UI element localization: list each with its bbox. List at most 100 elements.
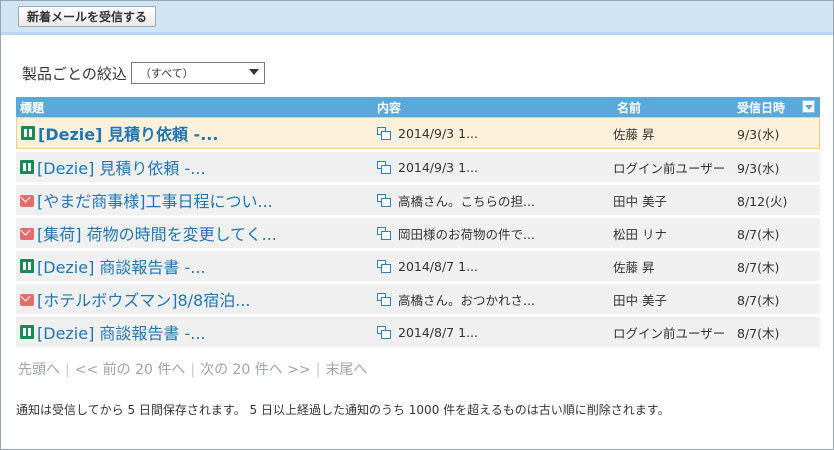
sender-cell: 佐藤 昇 bbox=[613, 117, 733, 149]
pager-first-link[interactable]: 先頭へ bbox=[18, 362, 60, 378]
sender-cell: ログイン前ユーザー bbox=[613, 314, 733, 347]
content-cell: 高橋さん。おつかれさ... bbox=[373, 281, 613, 314]
date-cell: 8/7(木) bbox=[733, 215, 820, 248]
fetch-new-mail-button[interactable]: 新着メールを受信する bbox=[18, 6, 157, 27]
content-text: 高橋さん。おつかれさ... bbox=[398, 292, 535, 308]
toolbar: 新着メールを受信する bbox=[1, 1, 833, 35]
subject-link[interactable]: [Dezie] 見積り依頼 -... bbox=[37, 155, 206, 179]
date-cell: 8/7(木) bbox=[733, 314, 820, 347]
mail-icon bbox=[20, 194, 34, 207]
subject: [Dezie] 見積り依頼 -... bbox=[21, 121, 373, 145]
pager-prev-link[interactable]: << 前の 20 件へ bbox=[75, 362, 186, 378]
content-preview: 高橋さん。こちらの担... bbox=[377, 191, 613, 210]
pager-next-link[interactable]: 次の 20 件へ >> bbox=[200, 362, 311, 378]
dezie-icon bbox=[20, 259, 34, 273]
retention-note: 通知は受信してから 5 日間保存されます。 5 日以上経過した通知のうち 100… bbox=[16, 403, 670, 417]
pager-separator: | bbox=[190, 362, 196, 378]
subject: [やまだ商事様]工事日程につい... bbox=[20, 188, 373, 212]
column-header-sender[interactable]: 名前 bbox=[613, 97, 733, 117]
mail-icon bbox=[20, 293, 34, 306]
table-row[interactable]: [集荷] 荷物の時間を変更してく... 岡田様のお荷物の件で... 松田 リナ 8/7… bbox=[16, 215, 820, 248]
content-text: 2014/8/7 1... bbox=[398, 258, 478, 274]
column-header-date-label: 受信日時 bbox=[737, 100, 786, 115]
subject-cell: [Dezie] 商談報告書 -... bbox=[16, 248, 373, 281]
pager-last-link[interactable]: 末尾へ bbox=[325, 362, 367, 378]
chevron-down-icon bbox=[248, 69, 259, 75]
dezie-icon bbox=[20, 160, 34, 174]
product-filter-select[interactable]: （すべて） bbox=[130, 62, 265, 84]
content-text: 2014/8/7 1... bbox=[398, 324, 478, 340]
subject: [ホテルボウズマン]8/8宿泊... bbox=[20, 287, 373, 311]
subject-cell: [Dezie] 商談報告書 -... bbox=[16, 314, 373, 347]
popup-window-icon[interactable] bbox=[377, 259, 391, 273]
content-preview: 岡田様のお荷物の件で... bbox=[377, 224, 613, 243]
content-preview: 高橋さん。おつかれさ... bbox=[377, 290, 613, 309]
subject-cell: [やまだ商事様]工事日程につい... bbox=[16, 182, 373, 215]
subject-cell: [集荷] 荷物の時間を変更してく... bbox=[16, 215, 373, 248]
column-header-date[interactable]: 受信日時 bbox=[733, 97, 820, 117]
mail-icon bbox=[20, 227, 34, 240]
content-preview: 2014/8/7 1... bbox=[377, 259, 613, 274]
column-header-content[interactable]: 内容 bbox=[373, 97, 613, 117]
pager-separator: | bbox=[65, 362, 70, 378]
subject-link[interactable]: [Dezie] 見積り依頼 -... bbox=[38, 121, 218, 145]
date-cell: 8/12(火) bbox=[733, 182, 820, 215]
content-cell: 2014/9/3 1... bbox=[373, 117, 613, 149]
sender-cell: 佐藤 昇 bbox=[613, 248, 733, 281]
content-cell: 高橋さん。こちらの担... bbox=[373, 182, 613, 215]
subject: [Dezie] 商談報告書 -... bbox=[20, 254, 373, 278]
content-preview: 2014/9/3 1... bbox=[377, 160, 613, 175]
table-row[interactable]: [やまだ商事様]工事日程につい... 高橋さん。こちらの担... 田中 美子 8/12… bbox=[16, 182, 820, 215]
content-text: 岡田様のお荷物の件で... bbox=[398, 226, 535, 242]
content-text: 2014/9/3 1... bbox=[398, 159, 478, 175]
popup-window-icon[interactable] bbox=[377, 193, 391, 207]
subject-link[interactable]: [Dezie] 商談報告書 -... bbox=[37, 254, 206, 278]
popup-window-icon[interactable] bbox=[377, 126, 391, 140]
content-cell: 岡田様のお荷物の件で... bbox=[373, 215, 613, 248]
subject: [集荷] 荷物の時間を変更してく... bbox=[20, 221, 373, 245]
table-row[interactable]: [Dezie] 商談報告書 -... 2014/8/7 1... 佐藤 昇 8/7(木… bbox=[16, 248, 820, 281]
sender-cell: 田中 美子 bbox=[613, 182, 733, 215]
popup-window-icon[interactable] bbox=[377, 325, 391, 339]
product-filter: 製品ごとの絞込 （すべて） bbox=[22, 61, 265, 85]
content-cell: 2014/8/7 1... bbox=[373, 248, 613, 281]
subject-cell: [ホテルボウズマン]8/8宿泊... bbox=[16, 281, 373, 314]
subject-cell: [Dezie] 見積り依頼 -... bbox=[16, 117, 373, 149]
content-preview: 2014/9/3 1... bbox=[377, 126, 613, 141]
subject-cell: [Dezie] 見積り依頼 -... bbox=[16, 149, 373, 182]
product-filter-label: 製品ごとの絞込 bbox=[22, 64, 127, 83]
product-filter-value: （すべて） bbox=[139, 67, 194, 80]
notification-table: 標題 内容 名前 受信日時 [Dezie] 見積り依頼 -... 2014/9/3… bbox=[16, 97, 820, 347]
pager-separator: | bbox=[315, 362, 321, 378]
popup-window-icon[interactable] bbox=[377, 226, 391, 240]
subject: [Dezie] 商談報告書 -... bbox=[20, 320, 373, 344]
date-cell: 8/7(木) bbox=[733, 248, 820, 281]
subject-link[interactable]: [Dezie] 商談報告書 -... bbox=[37, 320, 206, 344]
subject: [Dezie] 見積り依頼 -... bbox=[20, 155, 373, 179]
pagination: 先頭へ | << 前の 20 件へ | 次の 20 件へ >> | 末尾へ bbox=[18, 359, 367, 379]
dezie-icon bbox=[21, 126, 35, 140]
subject-link[interactable]: [ホテルボウズマン]8/8宿泊... bbox=[37, 287, 251, 311]
sender-cell: ログイン前ユーザー bbox=[613, 149, 733, 182]
popup-window-icon[interactable] bbox=[377, 160, 391, 174]
table-row[interactable]: [Dezie] 商談報告書 -... 2014/8/7 1... ログイン前ユーザー… bbox=[16, 314, 820, 347]
sender-cell: 松田 リナ bbox=[613, 215, 733, 248]
content-cell: 2014/8/7 1... bbox=[373, 314, 613, 347]
table-row[interactable]: [Dezie] 見積り依頼 -... 2014/9/3 1... 佐藤 昇 9/3(水… bbox=[16, 117, 820, 149]
date-cell: 9/3(水) bbox=[733, 117, 820, 149]
subject-link[interactable]: [集荷] 荷物の時間を変更してく... bbox=[37, 221, 277, 245]
content-text: 2014/9/3 1... bbox=[398, 125, 478, 141]
content-preview: 2014/8/7 1... bbox=[377, 325, 613, 340]
table-row[interactable]: [ホテルボウズマン]8/8宿泊... 高橋さん。おつかれさ... 田中 美子 8/7(… bbox=[16, 281, 820, 314]
content-text: 高橋さん。こちらの担... bbox=[398, 193, 535, 209]
sort-descending-icon[interactable] bbox=[802, 100, 815, 113]
content-cell: 2014/9/3 1... bbox=[373, 149, 613, 182]
subject-link[interactable]: [やまだ商事様]工事日程につい... bbox=[37, 188, 273, 212]
date-cell: 9/3(水) bbox=[733, 149, 820, 182]
sender-cell: 田中 美子 bbox=[613, 281, 733, 314]
dezie-icon bbox=[20, 325, 34, 339]
column-header-subject[interactable]: 標題 bbox=[16, 97, 373, 117]
date-cell: 8/7(木) bbox=[733, 281, 820, 314]
table-row[interactable]: [Dezie] 見積り依頼 -... 2014/9/3 1... ログイン前ユーザー… bbox=[16, 149, 820, 182]
popup-window-icon[interactable] bbox=[377, 292, 391, 306]
